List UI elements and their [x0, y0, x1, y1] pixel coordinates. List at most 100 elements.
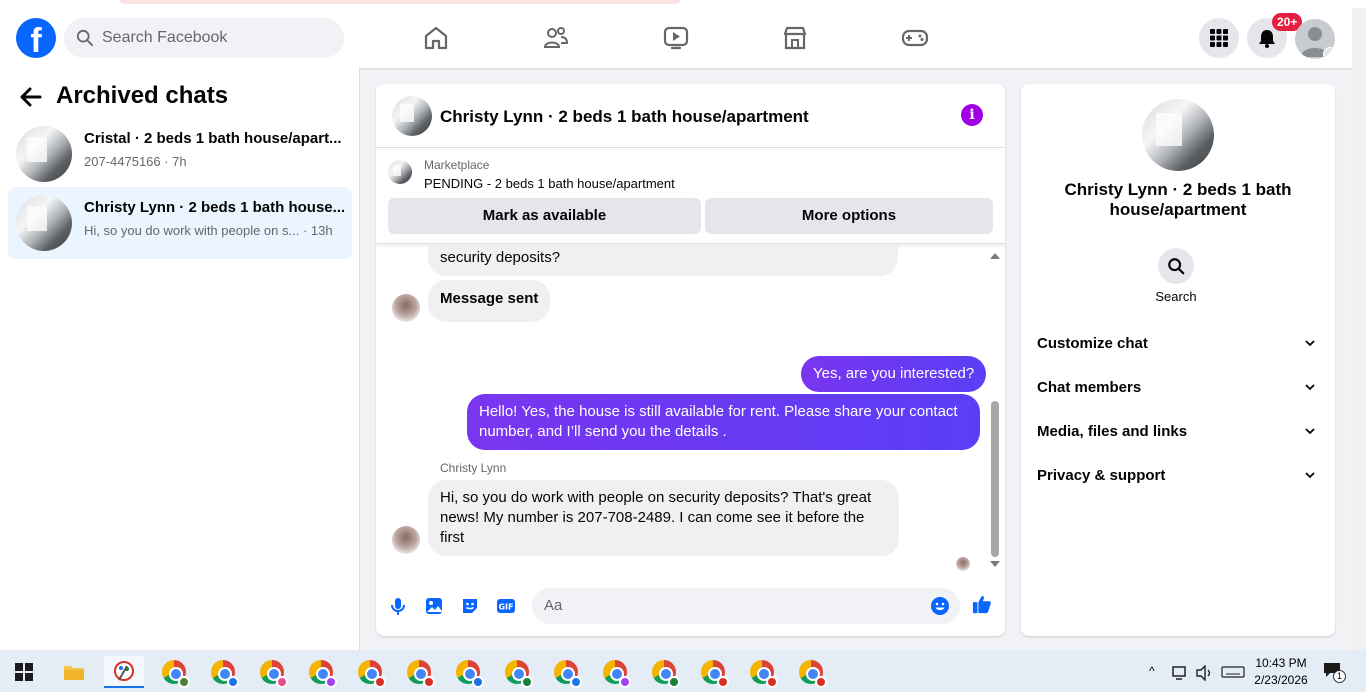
chrome-icon — [309, 660, 337, 688]
thumbs-up-icon[interactable] — [972, 594, 994, 616]
scroll-up-arrow-icon[interactable] — [990, 253, 1000, 259]
chrome-icon — [456, 660, 484, 688]
chrome-taskbar-button[interactable] — [742, 656, 782, 688]
search-in-conversation-button[interactable] — [1158, 248, 1194, 284]
svg-text:GIF: GIF — [498, 603, 513, 612]
scroll-down-arrow-icon[interactable] — [990, 561, 1000, 567]
chrome-profile-icon — [374, 676, 386, 688]
listing-thumbnail — [16, 126, 72, 182]
gaming-nav-icon[interactable] — [901, 24, 929, 52]
account-avatar[interactable] — [1295, 19, 1335, 59]
conversation-title[interactable]: Christy Lynn · 2 beds 1 bath house/apart… — [440, 107, 809, 127]
network-icon[interactable] — [1172, 666, 1190, 680]
chrome-profile-icon — [325, 676, 337, 688]
chrome-taskbar-button[interactable] — [203, 656, 243, 688]
chrome-taskbar-button[interactable] — [497, 656, 537, 688]
conversation-thumbnail[interactable] — [392, 96, 432, 136]
chrome-taskbar-button[interactable] — [791, 656, 831, 688]
mark-as-available-button[interactable]: Mark as available — [388, 198, 701, 234]
marketplace-nav-icon[interactable] — [781, 24, 809, 52]
section-customize-chat[interactable]: Customize chat — [1029, 324, 1327, 364]
message-text: security deposits? — [440, 249, 561, 266]
home-nav-icon[interactable] — [422, 24, 450, 52]
section-label: Customize chat — [1037, 335, 1148, 352]
emoji-icon[interactable] — [930, 596, 950, 616]
sticker-icon[interactable] — [460, 596, 480, 616]
grid-icon — [1210, 29, 1228, 47]
chat-list-item[interactable]: Cristal · 2 beds 1 bath house/apart... 2… — [8, 118, 352, 190]
windows-logo-icon — [15, 663, 33, 681]
chrome-taskbar-button[interactable] — [154, 656, 194, 688]
back-arrow-icon[interactable] — [18, 84, 44, 110]
chevron-down-icon — [1305, 472, 1315, 479]
file-explorer-taskbar-button[interactable] — [54, 656, 94, 688]
folder-icon — [64, 666, 84, 680]
chrome-taskbar-button[interactable] — [448, 656, 488, 688]
chat-preview: Hi, so you do work with people on s... ·… — [84, 223, 333, 238]
chat-name: Christy Lynn · 2 beds 1 bath house... — [84, 199, 344, 216]
paint-taskbar-button[interactable] — [104, 656, 144, 688]
listing-thumbnail — [388, 160, 412, 184]
more-options-button[interactable]: More options — [705, 198, 993, 234]
conversation-large-thumbnail[interactable] — [1142, 99, 1214, 171]
show-hidden-icons-chevron-icon[interactable]: ^ — [1149, 664, 1155, 678]
scrollbar-thumb[interactable] — [991, 401, 999, 557]
friends-nav-icon[interactable] — [542, 24, 570, 52]
keyboard-icon[interactable] — [1221, 666, 1245, 678]
volume-icon[interactable] — [1196, 665, 1214, 681]
chrome-taskbar-button[interactable] — [693, 656, 733, 688]
search-label: Search — [1155, 289, 1197, 304]
start-button[interactable] — [4, 656, 44, 688]
chrome-icon — [652, 660, 680, 688]
info-icon[interactable]: i — [961, 104, 983, 126]
section-label: Media, files and links — [1037, 423, 1188, 440]
search-icon — [1168, 258, 1185, 275]
search-box[interactable] — [64, 18, 344, 58]
gif-icon[interactable]: GIF — [496, 596, 516, 616]
chrome-taskbar-button[interactable] — [546, 656, 586, 688]
photo-icon[interactable] — [424, 596, 444, 616]
chrome-taskbar-button[interactable] — [644, 656, 684, 688]
chrome-icon — [701, 660, 729, 688]
chat-list-item-active[interactable]: Christy Lynn · 2 beds 1 bath house... Hi… — [8, 187, 352, 259]
chrome-icon — [260, 660, 288, 688]
browser-top-strip — [0, 0, 1366, 8]
chrome-profile-icon — [815, 676, 827, 688]
section-chat-members[interactable]: Chat members — [1029, 368, 1327, 408]
facebook-header: f 20+ — [0, 8, 1352, 68]
chrome-profile-icon — [668, 676, 680, 688]
message-scrollbar[interactable] — [988, 249, 1002, 571]
page-scrollbar[interactable] — [1352, 8, 1366, 650]
chrome-taskbar-button[interactable] — [252, 656, 292, 688]
section-media-files-links[interactable]: Media, files and links — [1029, 412, 1327, 452]
chrome-taskbar-button[interactable] — [350, 656, 390, 688]
archived-chats-title: Archived chats — [56, 82, 229, 109]
search-input[interactable] — [102, 29, 322, 47]
chrome-taskbar-button[interactable] — [301, 656, 341, 688]
clock-time[interactable]: 10:43 PM — [1250, 656, 1312, 670]
incoming-message[interactable]: security deposits? — [428, 244, 898, 276]
contact-avatar[interactable] — [392, 294, 420, 322]
chrome-icon — [162, 660, 190, 688]
chrome-profile-icon — [570, 676, 582, 688]
outgoing-message[interactable]: Hello! Yes, the house is still available… — [467, 394, 980, 450]
incoming-message[interactable]: Hi, so you do work with people on securi… — [428, 480, 899, 556]
section-label: Chat members — [1037, 379, 1142, 396]
chrome-taskbar-button[interactable] — [595, 656, 635, 688]
conversation-details-panel: Christy Lynn · 2 beds 1 bath house/apart… — [1021, 84, 1335, 636]
message-input-box[interactable] — [532, 588, 960, 624]
clock-date[interactable]: 2/23/2026 — [1250, 673, 1312, 687]
facebook-logo[interactable]: f — [16, 18, 56, 58]
outgoing-message[interactable]: Yes, are you interested? — [801, 356, 987, 392]
message-input[interactable] — [544, 597, 904, 614]
contact-avatar[interactable] — [392, 526, 420, 554]
chrome-icon — [750, 660, 778, 688]
menu-grid-button[interactable] — [1199, 18, 1239, 58]
chrome-icon — [407, 660, 435, 688]
chrome-profile-icon — [276, 676, 288, 688]
microphone-icon[interactable] — [388, 596, 408, 616]
watch-nav-icon[interactable] — [662, 24, 690, 52]
chrome-taskbar-button[interactable] — [399, 656, 439, 688]
notification-center-button[interactable]: 1 — [1323, 662, 1346, 683]
section-privacy-support[interactable]: Privacy & support — [1029, 456, 1327, 496]
